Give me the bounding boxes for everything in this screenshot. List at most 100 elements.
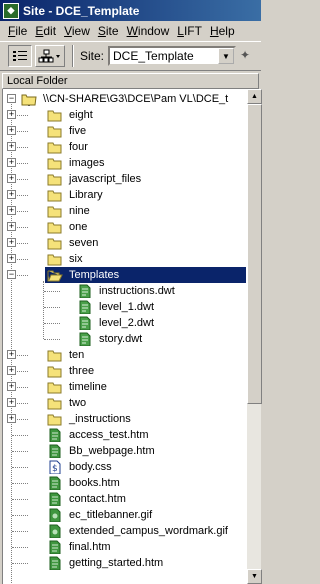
folder-icon [47,414,62,426]
tree-item-label: three [69,365,95,377]
tree-item-label: Templates [67,268,122,282]
tree-folder-row[interactable]: + two [3,395,246,411]
tree-folder-row[interactable]: + seven [3,235,246,251]
folder-icon [47,126,62,138]
tree-folder-row[interactable]: − Templates [3,267,246,283]
tree-folder-row[interactable]: + six [3,251,246,267]
tree-folder-row[interactable]: + nine [3,203,246,219]
scroll-down-icon[interactable]: ▼ [247,569,262,584]
template-file-icon [79,332,91,346]
css-file-icon: $ [49,460,61,474]
site-map-icon [38,49,60,63]
chevron-down-icon[interactable]: ▼ [218,48,235,64]
expand-toggle[interactable]: + [7,206,16,215]
tree-file-row[interactable]: getting_started.htm [3,555,246,571]
expand-toggle[interactable]: + [7,238,16,247]
template-file-icon [79,300,91,314]
menu-window[interactable]: Window [123,24,174,38]
tree-file-row[interactable]: extended_campus_wordmark.gif [3,523,246,539]
title-bar[interactable]: ◆ Site - DCE_Template [0,0,261,21]
tree-item-label: five [69,125,87,137]
network-folder-icon [21,94,37,106]
tree-file-row[interactable]: level_1.dwt [3,299,246,315]
tree-folder-row[interactable]: + images [3,155,246,171]
folder-icon [47,190,62,202]
tree-file-row[interactable]: $ body.css [3,459,246,475]
tree-file-row[interactable]: contact.htm [3,491,246,507]
tree-item-label: extended_campus_wordmark.gif [69,525,228,537]
menu-view[interactable]: View [60,24,94,38]
expand-toggle[interactable]: + [7,158,16,167]
expand-toggle[interactable]: + [7,190,16,199]
site-map-button[interactable] [35,45,65,67]
vertical-scrollbar[interactable]: ▲ ▼ [246,89,262,584]
expand-toggle[interactable]: + [7,366,16,375]
window-title: Site - DCE_Template [23,3,140,18]
tree-file-row[interactable]: access_test.htm [3,427,246,443]
menu-bar: File Edit View Site Window LIFT Help [0,21,261,41]
expand-toggle[interactable]: + [7,398,16,407]
expand-toggle[interactable]: + [7,126,16,135]
html-file-icon [49,556,61,570]
tree-folder-row[interactable]: + one [3,219,246,235]
tree-item-label: final.htm [69,541,111,553]
menu-file[interactable]: File [4,24,31,38]
tree-folder-row[interactable]: + _instructions [3,411,246,427]
tree-file-row[interactable]: story.dwt [3,331,246,347]
tree-folder-row[interactable]: + eight [3,107,246,123]
expand-toggle[interactable]: + [7,174,16,183]
menu-help[interactable]: Help [206,24,239,38]
tree-file-row[interactable]: final.htm [3,539,246,555]
tree-folder-row[interactable]: + ten [3,347,246,363]
scroll-up-icon[interactable]: ▲ [247,89,262,104]
expand-toggle[interactable]: + [7,142,16,151]
tree-item-label: access_test.htm [69,429,149,441]
template-file-icon [79,316,91,330]
toolbar-separator [72,45,74,67]
tree-folder-row[interactable]: + four [3,139,246,155]
local-folder-header[interactable]: Local Folder [2,73,259,89]
file-tree[interactable]: − \\CN-SHARE\G3\DCE\Pam VL\DCE_t + eight +… [2,89,246,584]
expand-toggle[interactable]: + [7,222,16,231]
tree-item-label: four [69,141,88,153]
tree-file-row[interactable]: instructions.dwt [3,283,246,299]
tree-file-row[interactable]: level_2.dwt [3,315,246,331]
menu-lift[interactable]: LIFT [173,24,206,38]
tree-item-label: level_2.dwt [99,317,155,329]
tree-item-label: timeline [69,381,107,393]
expand-toggle[interactable]: + [7,254,16,263]
expand-toggle[interactable]: + [7,382,16,391]
toolbar: Site: DCE_Template ▼ ✦ [0,41,261,71]
tree-folder-row[interactable]: + three [3,363,246,379]
expand-toggle[interactable]: + [7,110,16,119]
site-select[interactable]: DCE_Template ▼ [108,46,237,66]
tree-item-label: instructions.dwt [99,285,175,297]
menu-site[interactable]: Site [94,24,123,38]
collapse-toggle[interactable]: − [7,270,16,279]
local-view-button[interactable] [8,45,32,67]
folder-icon [47,398,62,410]
connect-icon[interactable]: ✦ [240,48,256,64]
scroll-thumb[interactable] [247,104,262,404]
html-file-icon [49,476,61,490]
tree-folder-row[interactable]: + javascript_files [3,171,246,187]
tree-folder-row[interactable]: + Library [3,187,246,203]
tree-connector [44,339,60,340]
site-label: Site: [80,49,105,63]
tree-file-row[interactable]: books.htm [3,475,246,491]
tree-file-row[interactable]: ec_titlebanner.gif [3,507,246,523]
tree-folder-row[interactable]: + timeline [3,379,246,395]
folder-icon [47,158,62,170]
tree-item-label: story.dwt [99,333,143,345]
image-file-icon [49,524,61,538]
expand-toggle[interactable]: + [7,414,16,423]
expand-toggle[interactable]: + [7,350,16,359]
tree-file-row[interactable]: Bb_webpage.htm [3,443,246,459]
tree-root-label: \\CN-SHARE\G3\DCE\Pam VL\DCE_t [43,93,229,105]
menu-edit[interactable]: Edit [31,24,60,38]
tree-item-label: getting_started.htm [69,557,164,569]
tree-item-label: six [69,253,83,265]
site-select-value: DCE_Template [113,49,194,63]
tree-folder-row[interactable]: + five [3,123,246,139]
tree-root[interactable]: − \\CN-SHARE\G3\DCE\Pam VL\DCE_t [3,91,246,107]
